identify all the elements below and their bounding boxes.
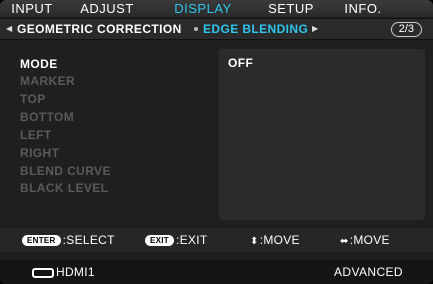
tab-adjust[interactable]: ADJUST: [78, 1, 136, 17]
setting-bottom[interactable]: BOTTOM: [20, 108, 74, 126]
left-right-arrows-icon: ⬌: [340, 236, 349, 247]
help-move-horizontal-label: :MOVE: [349, 233, 390, 247]
hdmi-connector-icon: [32, 268, 54, 278]
tab-info[interactable]: INFO.: [343, 1, 383, 17]
separator-dot-icon: [194, 27, 198, 31]
setting-right[interactable]: RIGHT: [20, 144, 59, 162]
help-select-label: :SELECT: [62, 233, 115, 247]
sub-menu-bar: ◀ GEOMETRIC CORRECTION EDGE BLENDING ▶ 2…: [0, 18, 433, 40]
subtab-geometric-correction[interactable]: GEOMETRIC CORRECTION: [17, 19, 182, 39]
up-down-arrows-icon: ⬍: [250, 236, 259, 247]
scroll-right-icon[interactable]: ▶: [312, 19, 318, 39]
setting-blend-curve[interactable]: BLEND CURVE: [20, 162, 111, 180]
help-exit: EXIT:EXIT: [145, 232, 208, 248]
tab-input[interactable]: INPUT: [10, 1, 54, 17]
scroll-left-icon[interactable]: ◀: [6, 19, 12, 39]
exit-key-icon: EXIT: [145, 235, 174, 246]
main-menu-bar: INPUT ADJUST DISPLAY SETUP INFO.: [0, 0, 433, 17]
settings-panel: MODE MARKER TOP BOTTOM LEFT RIGHT BLEND …: [0, 40, 433, 226]
help-exit-label: :EXIT: [175, 233, 208, 247]
value-panel: OFF: [219, 49, 425, 220]
setting-mode[interactable]: MODE: [20, 55, 58, 73]
menu-mode-label: ADVANCED: [334, 265, 403, 279]
help-move-horizontal: ⬌:MOVE: [340, 232, 390, 248]
input-source-label: HDMI1: [56, 265, 95, 279]
setting-top[interactable]: TOP: [20, 90, 46, 108]
projector-osd: INPUT ADJUST DISPLAY SETUP INFO. ◀ GEOME…: [0, 0, 433, 284]
status-bar: HDMI1 ADVANCED: [0, 260, 433, 284]
help-move-vertical: ⬍:MOVE: [250, 232, 300, 248]
mode-value[interactable]: OFF: [228, 56, 253, 70]
help-select: ENTER:SELECT: [22, 232, 115, 248]
enter-key-icon: ENTER: [22, 235, 61, 246]
page-indicator: 2/3: [390, 22, 422, 37]
help-move-vertical-label: :MOVE: [259, 233, 300, 247]
tab-setup[interactable]: SETUP: [266, 1, 316, 17]
tab-display[interactable]: DISPLAY: [172, 1, 234, 17]
subtab-edge-blending[interactable]: EDGE BLENDING: [203, 19, 308, 39]
setting-left[interactable]: LEFT: [20, 126, 52, 144]
setting-black-level[interactable]: BLACK LEVEL: [20, 179, 108, 197]
setting-marker[interactable]: MARKER: [20, 72, 75, 90]
key-guide-bar: ENTER:SELECT EXIT:EXIT ⬍:MOVE ⬌:MOVE: [0, 228, 433, 252]
